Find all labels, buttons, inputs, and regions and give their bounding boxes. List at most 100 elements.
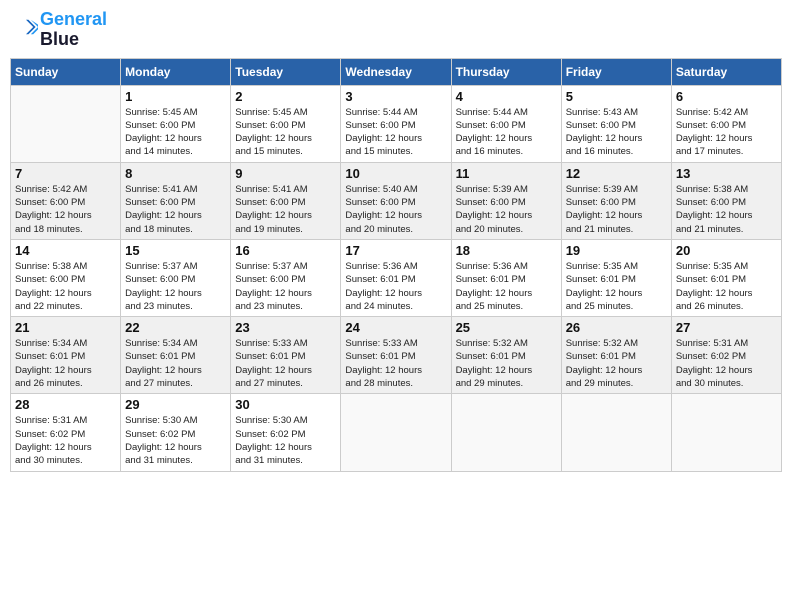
- calendar-day-cell: 19Sunrise: 5:35 AM Sunset: 6:01 PM Dayli…: [561, 239, 671, 316]
- calendar-day-cell: 4 Sunrise: 5:44 AM Sunset: 6:00 PM Daylig…: [451, 85, 561, 162]
- logo-icon: [14, 17, 38, 37]
- day-number: 30: [235, 397, 336, 412]
- logo-text: GeneralBlue: [40, 10, 107, 50]
- day-number: 6: [676, 89, 777, 104]
- calendar-day-cell: 2 Sunrise: 5:45 AM Sunset: 6:00 PM Daylig…: [231, 85, 341, 162]
- day-info: Sunrise: 5:30 AM Sunset: 6:02 PM Dayligh…: [235, 414, 336, 467]
- calendar-day-cell: 17 Sunrise: 5:36 AM Sunset: 6:01 PM Dayli…: [341, 239, 451, 316]
- day-info: Sunrise: 5:31 AM Sunset: 6:02 PM Dayligh…: [676, 337, 777, 390]
- calendar-day-cell: [671, 394, 781, 471]
- day-number: 2: [235, 89, 336, 104]
- day-info: Sunrise: 5:45 AM Sunset: 6:00 PM Dayligh…: [235, 106, 336, 159]
- day-number: 15: [125, 243, 226, 258]
- page-header: GeneralBlue: [10, 10, 782, 50]
- calendar-day-cell: 8Sunrise: 5:41 AM Sunset: 6:00 PM Daylig…: [121, 162, 231, 239]
- calendar-day-cell: 22Sunrise: 5:34 AM Sunset: 6:01 PM Dayli…: [121, 317, 231, 394]
- calendar-week-row: 21 Sunrise: 5:34 AM Sunset: 6:01 PM Dayli…: [11, 317, 782, 394]
- calendar-day-cell: 25 Sunrise: 5:32 AM Sunset: 6:01 PM Dayli…: [451, 317, 561, 394]
- calendar-day-cell: 30 Sunrise: 5:30 AM Sunset: 6:02 PM Dayli…: [231, 394, 341, 471]
- calendar-body: 1 Sunrise: 5:45 AM Sunset: 6:00 PM Daylig…: [11, 85, 782, 471]
- day-info: Sunrise: 5:44 AM Sunset: 6:00 PM Dayligh…: [345, 106, 446, 159]
- day-number: 9: [235, 166, 336, 181]
- calendar-week-row: 7 Sunrise: 5:42 AM Sunset: 6:00 PM Daylig…: [11, 162, 782, 239]
- day-number: 18: [456, 243, 557, 258]
- calendar-day-cell: 3 Sunrise: 5:44 AM Sunset: 6:00 PM Daylig…: [341, 85, 451, 162]
- calendar-day-cell: 16 Sunrise: 5:37 AM Sunset: 6:00 PM Dayli…: [231, 239, 341, 316]
- calendar-day-cell: 28 Sunrise: 5:31 AM Sunset: 6:02 PM Dayli…: [11, 394, 121, 471]
- calendar-day-cell: 24Sunrise: 5:33 AM Sunset: 6:01 PM Dayli…: [341, 317, 451, 394]
- day-number: 13: [676, 166, 777, 181]
- day-number: 26: [566, 320, 667, 335]
- day-number: 14: [15, 243, 116, 258]
- day-info: Sunrise: 5:36 AM Sunset: 6:01 PM Dayligh…: [345, 260, 446, 313]
- day-info: Sunrise: 5:36 AM Sunset: 6:01 PM Dayligh…: [456, 260, 557, 313]
- day-info: Sunrise: 5:42 AM Sunset: 6:00 PM Dayligh…: [676, 106, 777, 159]
- calendar-day-cell: 6 Sunrise: 5:42 AM Sunset: 6:00 PM Daylig…: [671, 85, 781, 162]
- day-number: 16: [235, 243, 336, 258]
- day-number: 4: [456, 89, 557, 104]
- day-number: 17: [345, 243, 446, 258]
- calendar-day-cell: 26 Sunrise: 5:32 AM Sunset: 6:01 PM Dayli…: [561, 317, 671, 394]
- day-number: 23: [235, 320, 336, 335]
- calendar-day-cell: 23 Sunrise: 5:33 AM Sunset: 6:01 PM Dayli…: [231, 317, 341, 394]
- weekday-header: Tuesday: [231, 58, 341, 85]
- calendar-table: SundayMondayTuesdayWednesdayThursdayFrid…: [10, 58, 782, 472]
- calendar-day-cell: 15 Sunrise: 5:37 AM Sunset: 6:00 PM Dayli…: [121, 239, 231, 316]
- day-info: Sunrise: 5:38 AM Sunset: 6:00 PM Dayligh…: [15, 260, 116, 313]
- day-info: Sunrise: 5:33 AM Sunset: 6:01 PM Dayligh…: [235, 337, 336, 390]
- day-info: Sunrise: 5:35 AM Sunset: 6:01 PM Dayligh…: [566, 260, 667, 313]
- calendar-header-row: SundayMondayTuesdayWednesdayThursdayFrid…: [11, 58, 782, 85]
- day-number: 28: [15, 397, 116, 412]
- day-number: 1: [125, 89, 226, 104]
- day-number: 11: [456, 166, 557, 181]
- calendar-day-cell: 11 Sunrise: 5:39 AM Sunset: 6:00 PM Dayli…: [451, 162, 561, 239]
- calendar-day-cell: 12Sunrise: 5:39 AM Sunset: 6:00 PM Dayli…: [561, 162, 671, 239]
- calendar-day-cell: 13 Sunrise: 5:38 AM Sunset: 6:00 PM Dayli…: [671, 162, 781, 239]
- day-info: Sunrise: 5:30 AM Sunset: 6:02 PM Dayligh…: [125, 414, 226, 467]
- day-number: 3: [345, 89, 446, 104]
- calendar-week-row: 1 Sunrise: 5:45 AM Sunset: 6:00 PM Daylig…: [11, 85, 782, 162]
- day-info: Sunrise: 5:40 AM Sunset: 6:00 PM Dayligh…: [345, 183, 446, 236]
- weekday-header: Saturday: [671, 58, 781, 85]
- day-info: Sunrise: 5:37 AM Sunset: 6:00 PM Dayligh…: [235, 260, 336, 313]
- day-number: 7: [15, 166, 116, 181]
- weekday-header: Sunday: [11, 58, 121, 85]
- day-info: Sunrise: 5:34 AM Sunset: 6:01 PM Dayligh…: [125, 337, 226, 390]
- weekday-header: Wednesday: [341, 58, 451, 85]
- day-info: Sunrise: 5:33 AM Sunset: 6:01 PM Dayligh…: [345, 337, 446, 390]
- day-info: Sunrise: 5:35 AM Sunset: 6:01 PM Dayligh…: [676, 260, 777, 313]
- day-info: Sunrise: 5:42 AM Sunset: 6:00 PM Dayligh…: [15, 183, 116, 236]
- calendar-day-cell: [451, 394, 561, 471]
- day-info: Sunrise: 5:31 AM Sunset: 6:02 PM Dayligh…: [15, 414, 116, 467]
- calendar-day-cell: 7 Sunrise: 5:42 AM Sunset: 6:00 PM Daylig…: [11, 162, 121, 239]
- calendar-day-cell: 1 Sunrise: 5:45 AM Sunset: 6:00 PM Daylig…: [121, 85, 231, 162]
- day-info: Sunrise: 5:44 AM Sunset: 6:00 PM Dayligh…: [456, 106, 557, 159]
- calendar-day-cell: 18 Sunrise: 5:36 AM Sunset: 6:01 PM Dayli…: [451, 239, 561, 316]
- day-number: 10: [345, 166, 446, 181]
- day-number: 21: [15, 320, 116, 335]
- calendar-day-cell: [11, 85, 121, 162]
- calendar-week-row: 28 Sunrise: 5:31 AM Sunset: 6:02 PM Dayli…: [11, 394, 782, 471]
- calendar-day-cell: 20 Sunrise: 5:35 AM Sunset: 6:01 PM Dayli…: [671, 239, 781, 316]
- day-number: 29: [125, 397, 226, 412]
- calendar-day-cell: 27 Sunrise: 5:31 AM Sunset: 6:02 PM Dayli…: [671, 317, 781, 394]
- day-info: Sunrise: 5:37 AM Sunset: 6:00 PM Dayligh…: [125, 260, 226, 313]
- day-info: Sunrise: 5:32 AM Sunset: 6:01 PM Dayligh…: [566, 337, 667, 390]
- day-info: Sunrise: 5:38 AM Sunset: 6:00 PM Dayligh…: [676, 183, 777, 236]
- day-info: Sunrise: 5:39 AM Sunset: 6:00 PM Dayligh…: [456, 183, 557, 236]
- day-number: 5: [566, 89, 667, 104]
- calendar-day-cell: [561, 394, 671, 471]
- calendar-day-cell: 14 Sunrise: 5:38 AM Sunset: 6:00 PM Dayli…: [11, 239, 121, 316]
- day-info: Sunrise: 5:34 AM Sunset: 6:01 PM Dayligh…: [15, 337, 116, 390]
- day-number: 20: [676, 243, 777, 258]
- day-info: Sunrise: 5:41 AM Sunset: 6:00 PM Dayligh…: [125, 183, 226, 236]
- day-number: 25: [456, 320, 557, 335]
- day-info: Sunrise: 5:45 AM Sunset: 6:00 PM Dayligh…: [125, 106, 226, 159]
- calendar-day-cell: 21 Sunrise: 5:34 AM Sunset: 6:01 PM Dayli…: [11, 317, 121, 394]
- calendar-week-row: 14 Sunrise: 5:38 AM Sunset: 6:00 PM Dayli…: [11, 239, 782, 316]
- day-info: Sunrise: 5:41 AM Sunset: 6:00 PM Dayligh…: [235, 183, 336, 236]
- calendar-day-cell: [341, 394, 451, 471]
- calendar-day-cell: 29 Sunrise: 5:30 AM Sunset: 6:02 PM Dayli…: [121, 394, 231, 471]
- day-info: Sunrise: 5:32 AM Sunset: 6:01 PM Dayligh…: [456, 337, 557, 390]
- day-number: 27: [676, 320, 777, 335]
